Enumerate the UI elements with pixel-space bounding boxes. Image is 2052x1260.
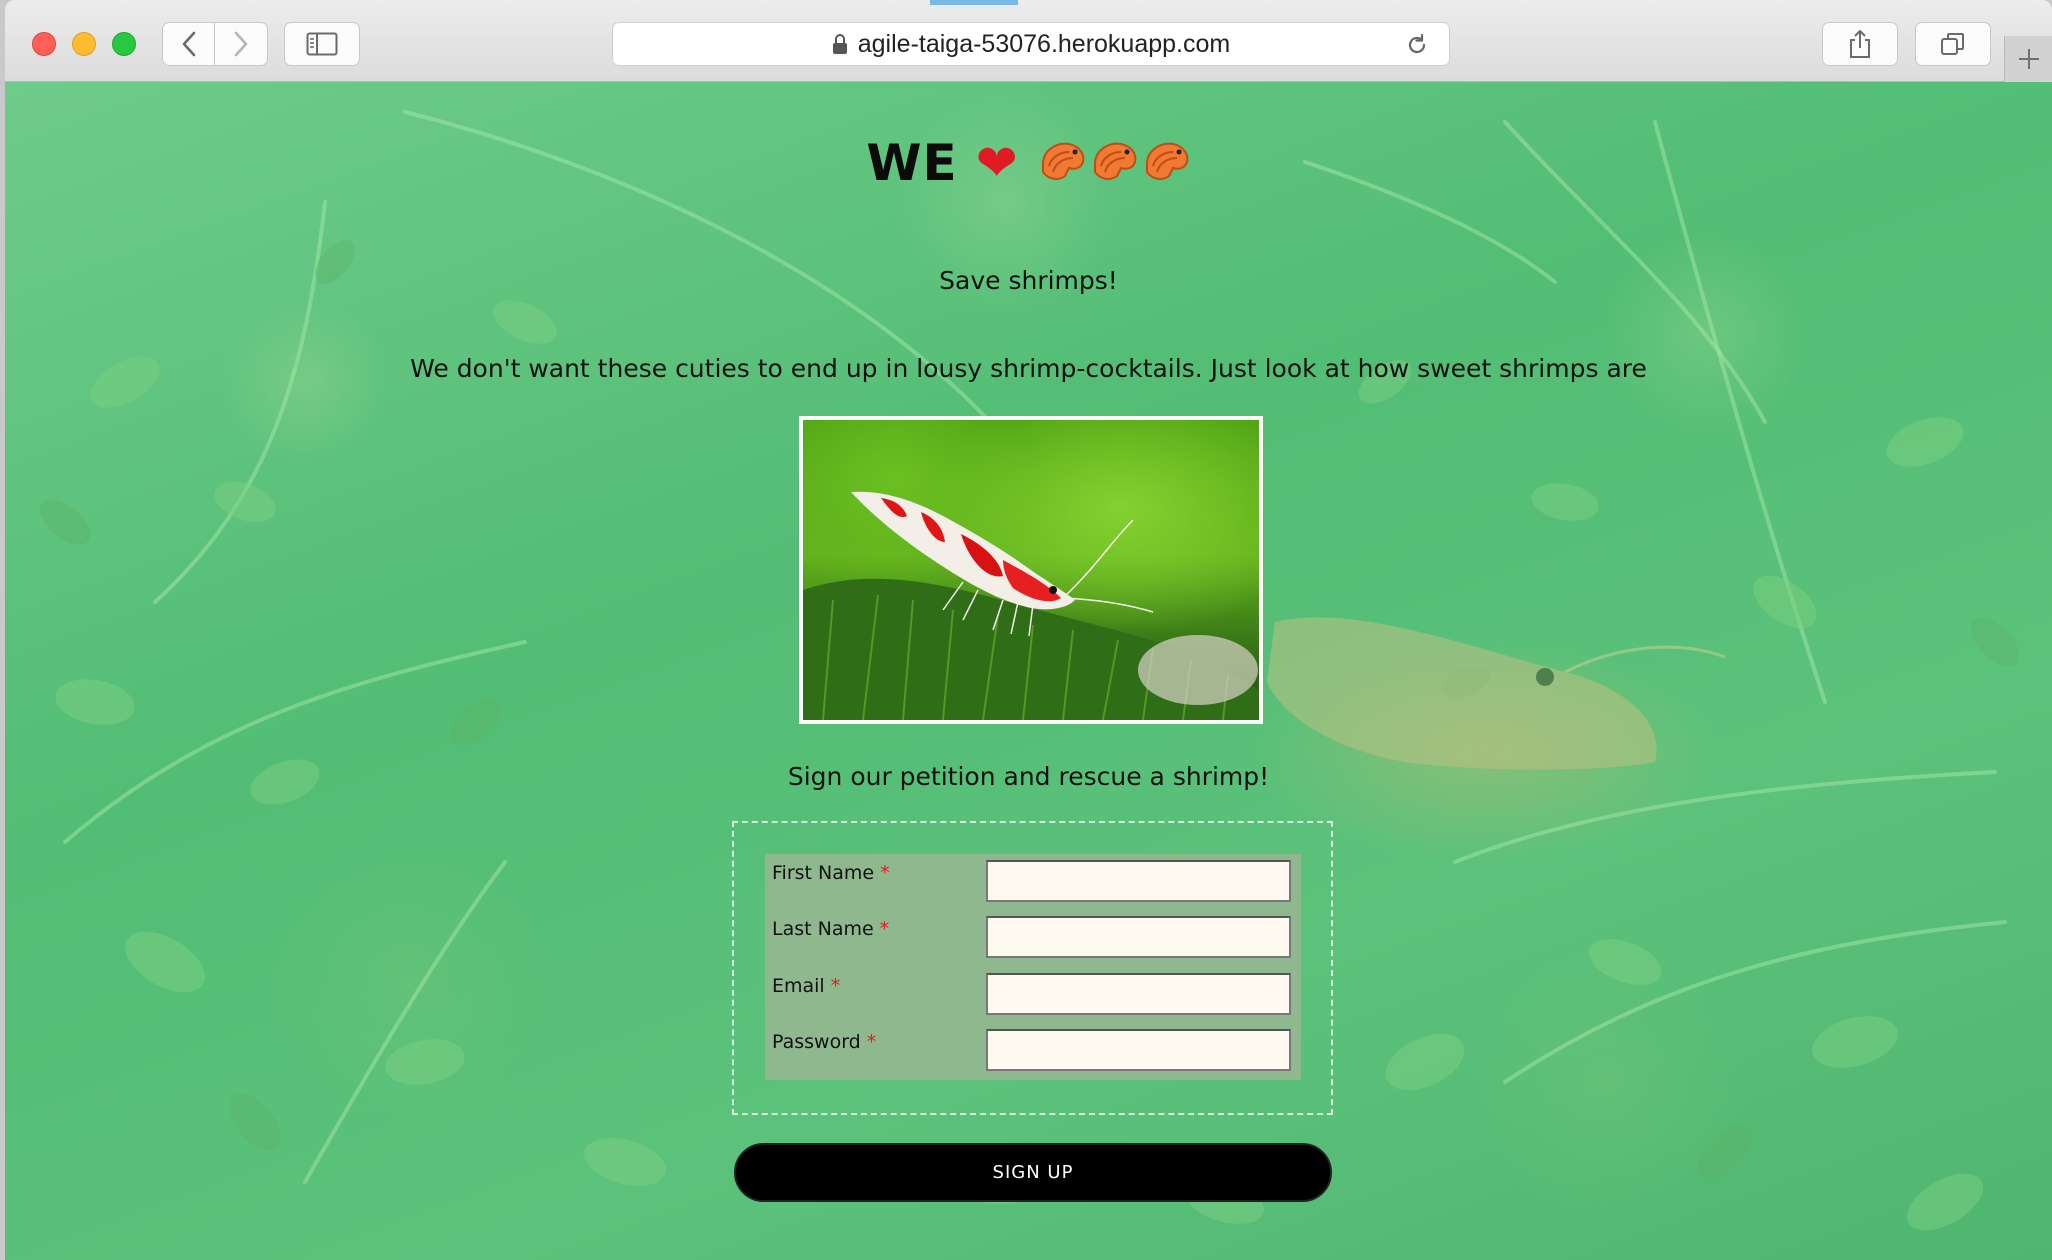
active-tab-indicator (930, 0, 1018, 5)
password-label: Password * (772, 1031, 877, 1053)
lock-icon (832, 33, 848, 55)
address-bar[interactable]: agile-taiga-53076.herokuapp.com (612, 22, 1450, 66)
password-row: Password * (765, 1023, 1301, 1079)
petition-call-to-action: Sign our petition and rescue a shrimp! (787, 762, 1270, 791)
heart-emoji-icon: ❤ (975, 134, 1019, 192)
required-asterisk: * (830, 975, 841, 997)
page-headline: WE ❤ (5, 134, 2052, 192)
share-icon (1850, 30, 1870, 58)
reload-icon[interactable] (1405, 33, 1429, 64)
share-button[interactable] (1822, 22, 1898, 66)
back-button[interactable] (162, 22, 215, 66)
page-subtitle: Save shrimps! (939, 266, 1118, 295)
forward-button[interactable] (214, 22, 268, 66)
shrimp-emoji-icon (1145, 142, 1188, 180)
shrimp-emoji-icon (1093, 142, 1136, 180)
url-text: agile-taiga-53076.herokuapp.com (857, 29, 1231, 58)
new-tab-button[interactable] (2004, 36, 2052, 82)
tabs-overview-button[interactable] (1915, 22, 1991, 66)
fullscreen-window-button[interactable] (112, 32, 136, 56)
tabs-overview-icon (1941, 33, 1964, 55)
signup-form: First Name * Last Name * Email * Password * (732, 821, 1333, 1115)
last-name-input[interactable] (986, 916, 1291, 958)
back-chevron-icon (182, 31, 195, 57)
headline-text: WE (866, 134, 958, 192)
required-asterisk: * (866, 1031, 877, 1053)
shrimp-photo (799, 416, 1263, 724)
forward-chevron-icon (234, 31, 248, 57)
browser-toolbar: agile-taiga-53076.herokuapp.com (5, 0, 2052, 82)
plus-icon (2018, 49, 2039, 69)
email-label: Email * (772, 975, 841, 997)
minimize-window-button[interactable] (72, 32, 96, 56)
first-name-input[interactable] (986, 860, 1291, 902)
last-name-row: Last Name * (765, 910, 1301, 966)
page-body: WE ❤ Save shrimps! We don't want these cu… (5, 82, 2052, 1260)
required-asterisk: * (879, 918, 890, 940)
browser-window: agile-taiga-53076.herokuapp.com WE ❤ Sav… (5, 0, 2052, 1260)
sidebar-icon (306, 32, 338, 56)
page-description: We don't want these cuties to end up in … (410, 354, 1647, 383)
shrimp-emoji-icon (1041, 142, 1084, 180)
password-input[interactable] (986, 1029, 1291, 1071)
sign-up-button[interactable]: SIGN UP (734, 1143, 1332, 1202)
background-shrimp-shape (1267, 617, 1726, 770)
sidebar-toggle-button[interactable] (284, 22, 360, 66)
email-row: Email * (765, 967, 1301, 1023)
signup-form-fields: First Name * Last Name * Email * Password * (765, 854, 1301, 1080)
first-name-row: First Name * (765, 854, 1301, 910)
close-window-button[interactable] (32, 32, 56, 56)
first-name-label: First Name * (772, 862, 890, 884)
shrimp-emoji-row (1035, 138, 1191, 186)
last-name-label: Last Name * (772, 918, 890, 940)
email-input[interactable] (986, 973, 1291, 1015)
required-asterisk: * (880, 862, 890, 884)
